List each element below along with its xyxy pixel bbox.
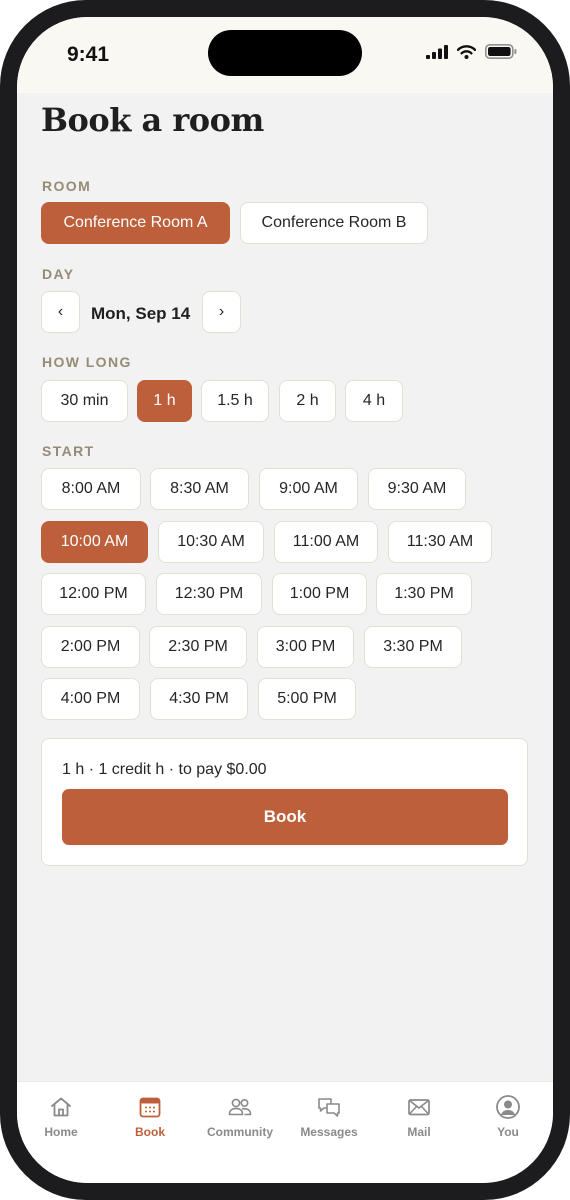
tab-mail[interactable]: Mail	[379, 1094, 459, 1139]
tab-book[interactable]: Book	[110, 1094, 190, 1139]
start-time-option[interactable]: 2:00 PM	[41, 626, 140, 668]
start-time-option[interactable]: 12:30 PM	[156, 573, 262, 615]
selected-day: Mon, Sep 14	[91, 304, 191, 323]
day-section-label: DAY	[42, 266, 75, 282]
tab-home[interactable]: Home	[21, 1094, 101, 1139]
signal-icon	[426, 44, 448, 59]
screen: 9:41 Book a room ROOM Conference Room A …	[17, 17, 553, 1183]
booking-summary-text: 1 h · 1 credit h · to pay $0.00	[62, 761, 267, 778]
people-icon	[228, 1098, 252, 1116]
tab-label: Book	[135, 1125, 165, 1139]
duration-section-label: HOW LONG	[42, 354, 132, 370]
tab-label: Mail	[407, 1125, 431, 1139]
start-time-option[interactable]: 4:00 PM	[41, 678, 140, 720]
duration-option-4h[interactable]: 4 h	[345, 380, 403, 422]
start-time-option[interactable]: 9:30 AM	[368, 468, 466, 510]
start-time-option[interactable]: 2:30 PM	[149, 626, 247, 668]
tab-messages[interactable]: Messages	[289, 1094, 369, 1139]
start-time-option[interactable]: 11:30 AM	[388, 521, 492, 563]
wifi-icon	[457, 44, 476, 59]
room-section-label: ROOM	[42, 178, 92, 194]
status-bar: 9:41	[17, 17, 553, 93]
book-button[interactable]: Book	[62, 789, 508, 845]
start-section-label: START	[42, 443, 95, 459]
start-time-option[interactable]: 1:30 PM	[376, 573, 472, 615]
calendar-icon	[139, 1097, 161, 1118]
start-time-option[interactable]: 3:00 PM	[257, 626, 354, 668]
duration-option-2h[interactable]: 2 h	[279, 380, 336, 422]
tab-label: Messages	[300, 1125, 358, 1139]
start-time-option[interactable]: 8:00 AM	[41, 468, 141, 510]
status-icons	[426, 44, 517, 59]
start-time-option[interactable]: 11:00 AM	[274, 521, 378, 563]
tab-community[interactable]: Community	[200, 1094, 280, 1139]
start-time-option-selected[interactable]: 10:00 AM	[41, 521, 148, 563]
duration-option-1h[interactable]: 1 h	[137, 380, 192, 422]
phone-frame: 9:41 Book a room ROOM Conference Room A …	[0, 0, 570, 1200]
start-time-option[interactable]: 1:00 PM	[272, 573, 367, 615]
home-icon	[51, 1097, 71, 1117]
start-time-option[interactable]: 3:30 PM	[364, 626, 462, 668]
start-time-option[interactable]: 10:30 AM	[158, 521, 264, 563]
next-day-button[interactable]: ›	[202, 291, 241, 333]
tab-label: Community	[207, 1125, 273, 1139]
tab-label: Home	[44, 1125, 78, 1139]
start-time-option[interactable]: 8:30 AM	[150, 468, 249, 510]
page-title: Book a room	[41, 101, 264, 139]
envelope-icon	[408, 1099, 430, 1116]
start-time-option[interactable]: 5:00 PM	[258, 678, 356, 720]
duration-option-1-5h[interactable]: 1.5 h	[201, 380, 269, 422]
start-time-option[interactable]: 4:30 PM	[150, 678, 248, 720]
previous-day-button[interactable]: ‹	[41, 291, 80, 333]
start-time-option[interactable]: 12:00 PM	[41, 573, 146, 615]
tab-label: You	[497, 1125, 519, 1139]
status-time: 9:41	[67, 43, 110, 66]
dynamic-island	[208, 30, 362, 76]
battery-icon	[485, 44, 517, 59]
room-option-conference-b[interactable]: Conference Room B	[240, 202, 428, 244]
chat-bubbles-icon	[318, 1098, 340, 1117]
booking-summary-card: 1 h · 1 credit h · to pay $0.00 Book	[41, 738, 528, 866]
room-option-conference-a[interactable]: Conference Room A	[41, 202, 230, 244]
bottom-tab-bar: Home Book Community Messages Mail You	[17, 1081, 553, 1183]
tab-you[interactable]: You	[468, 1094, 548, 1139]
duration-option-30min[interactable]: 30 min	[41, 380, 128, 422]
start-time-option[interactable]: 9:00 AM	[259, 468, 358, 510]
profile-icon	[496, 1095, 520, 1119]
